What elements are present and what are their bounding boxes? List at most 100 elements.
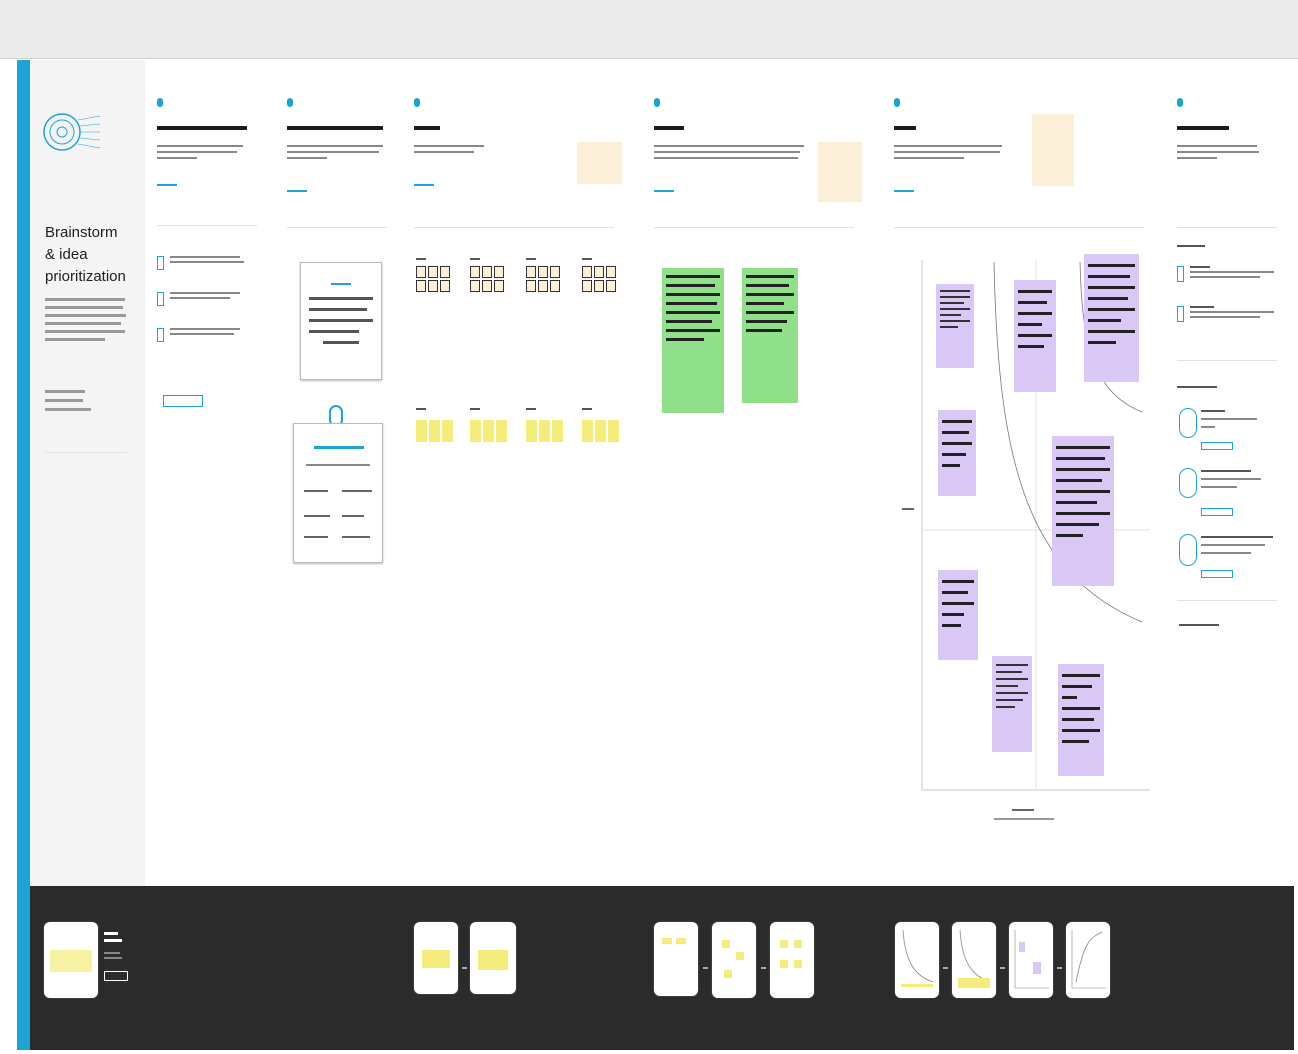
prioritize-divider <box>894 227 1144 228</box>
after-session-column <box>1165 60 1294 886</box>
thumbnail-prioritize-4[interactable] <box>1066 922 1110 998</box>
brainstorm-tip-note <box>577 142 622 184</box>
after-session-header <box>1177 126 1229 130</box>
prioritize-text <box>894 145 1002 159</box>
after-session-divider-2 <box>1177 360 1277 361</box>
share-section-label <box>1177 245 1205 247</box>
target-icon <box>43 113 101 151</box>
step-1-badge <box>157 98 163 107</box>
title-line-2: & idea prioritization <box>45 246 126 285</box>
thumbnail-group-3[interactable] <box>770 922 814 998</box>
step-1-header <box>157 126 247 130</box>
purple-sticky-1[interactable] <box>936 284 974 368</box>
related-templates-label <box>1177 386 1217 388</box>
step-1-divider <box>157 225 257 226</box>
group-ideas-header <box>654 126 684 130</box>
thumbnail-arrow-4 <box>943 967 948 969</box>
thumbnail-arrow-5 <box>1000 967 1005 969</box>
participant-group-5 <box>416 408 453 442</box>
criteria-card[interactable] <box>293 423 383 563</box>
purple-sticky-8[interactable] <box>1058 664 1104 776</box>
participant-group-2 <box>470 258 504 292</box>
prioritize-tip-note <box>1032 114 1074 186</box>
related-template-1-icon <box>1179 408 1197 438</box>
intro-panel: Brainstorm & idea prioritization <box>30 60 146 886</box>
thumbnail-group-1[interactable] <box>654 922 698 996</box>
prioritize-column <box>882 60 1166 886</box>
participant-group-4 <box>582 258 616 292</box>
thumbnail-prioritize-3[interactable] <box>1009 922 1053 998</box>
group-ideas-column <box>642 60 883 886</box>
intro-description <box>45 298 127 341</box>
thumbnail-prioritize-2[interactable] <box>952 922 996 998</box>
thumbnail-brainstorm-2[interactable] <box>470 922 516 994</box>
step-3-badge <box>414 98 420 107</box>
related-template-3-icon <box>1179 534 1197 566</box>
step-4-badge <box>654 98 660 107</box>
purple-sticky-7[interactable] <box>992 656 1032 752</box>
prioritize-link[interactable] <box>894 190 914 192</box>
participant-group-7 <box>526 408 563 442</box>
group-ideas-text <box>654 145 804 159</box>
thumbnail-intro[interactable] <box>44 922 98 998</box>
after-session-divider-3 <box>1177 600 1277 601</box>
step-1-list <box>157 256 257 342</box>
step-6-badge <box>1177 98 1183 107</box>
thumbnail-group-2[interactable] <box>712 922 756 998</box>
purple-sticky-2[interactable] <box>1014 280 1056 392</box>
more-templates-link[interactable] <box>1179 624 1219 626</box>
thumbnail-brainstorm-1[interactable] <box>414 922 458 994</box>
top-toolbar <box>0 0 1298 59</box>
group-ideas-divider <box>654 227 854 228</box>
participant-group-1 <box>416 258 450 292</box>
step-1-text <box>157 145 243 159</box>
brainstorm-header <box>414 126 440 130</box>
intro-checklist <box>45 390 91 411</box>
step-1-column <box>145 60 276 886</box>
brainstorm-column <box>402 60 643 886</box>
after-session-divider-1 <box>1177 227 1277 228</box>
step-2-column <box>275 60 403 886</box>
problem-statement-card[interactable] <box>300 262 382 380</box>
share-list <box>1177 266 1277 322</box>
brainstorm-link[interactable] <box>414 184 434 186</box>
related-template-3[interactable] <box>1177 530 1285 582</box>
page-title: Brainstorm & idea prioritization <box>45 222 145 288</box>
participant-group-6 <box>470 408 507 442</box>
purple-sticky-5[interactable] <box>1052 436 1114 586</box>
participant-group-3 <box>526 258 560 292</box>
thumbnail-prioritize-1[interactable] <box>895 922 939 998</box>
step-5-badge <box>894 98 900 107</box>
after-session-text <box>1177 145 1259 159</box>
step-2-text <box>287 145 383 159</box>
step-2-divider <box>287 227 387 228</box>
step-2-header <box>287 126 383 130</box>
green-sticky-2[interactable] <box>742 268 798 403</box>
step-1-link[interactable] <box>157 184 177 186</box>
purple-sticky-3[interactable] <box>1084 254 1139 382</box>
participant-group-8 <box>582 408 619 442</box>
thumbnail-intro-button[interactable] <box>104 971 128 981</box>
related-template-2-icon <box>1179 468 1197 498</box>
prioritize-header <box>894 126 916 130</box>
accent-strip <box>17 60 30 1050</box>
thumbnail-intro-caption <box>104 932 128 981</box>
green-sticky-1[interactable] <box>662 268 724 413</box>
brainstorm-text <box>414 145 484 153</box>
group-ideas-tip-note <box>818 142 862 202</box>
step-2-link[interactable] <box>287 190 307 192</box>
thumbnail-arrow-6 <box>1057 967 1062 969</box>
related-template-1[interactable] <box>1177 404 1285 456</box>
step-1-button[interactable] <box>163 395 203 407</box>
thumbnail-arrow-3 <box>761 967 766 969</box>
related-template-2[interactable] <box>1177 464 1285 518</box>
title-line-1: Brainstorm <box>45 224 118 241</box>
brainstorm-divider <box>414 227 614 228</box>
purple-sticky-4[interactable] <box>938 410 976 496</box>
intro-divider <box>45 452 127 453</box>
thumbnail-arrow-1 <box>462 967 467 969</box>
group-ideas-link[interactable] <box>654 190 674 192</box>
purple-sticky-6[interactable] <box>938 570 978 660</box>
step-2-badge <box>287 98 293 107</box>
thumbnail-arrow-2 <box>703 967 708 969</box>
